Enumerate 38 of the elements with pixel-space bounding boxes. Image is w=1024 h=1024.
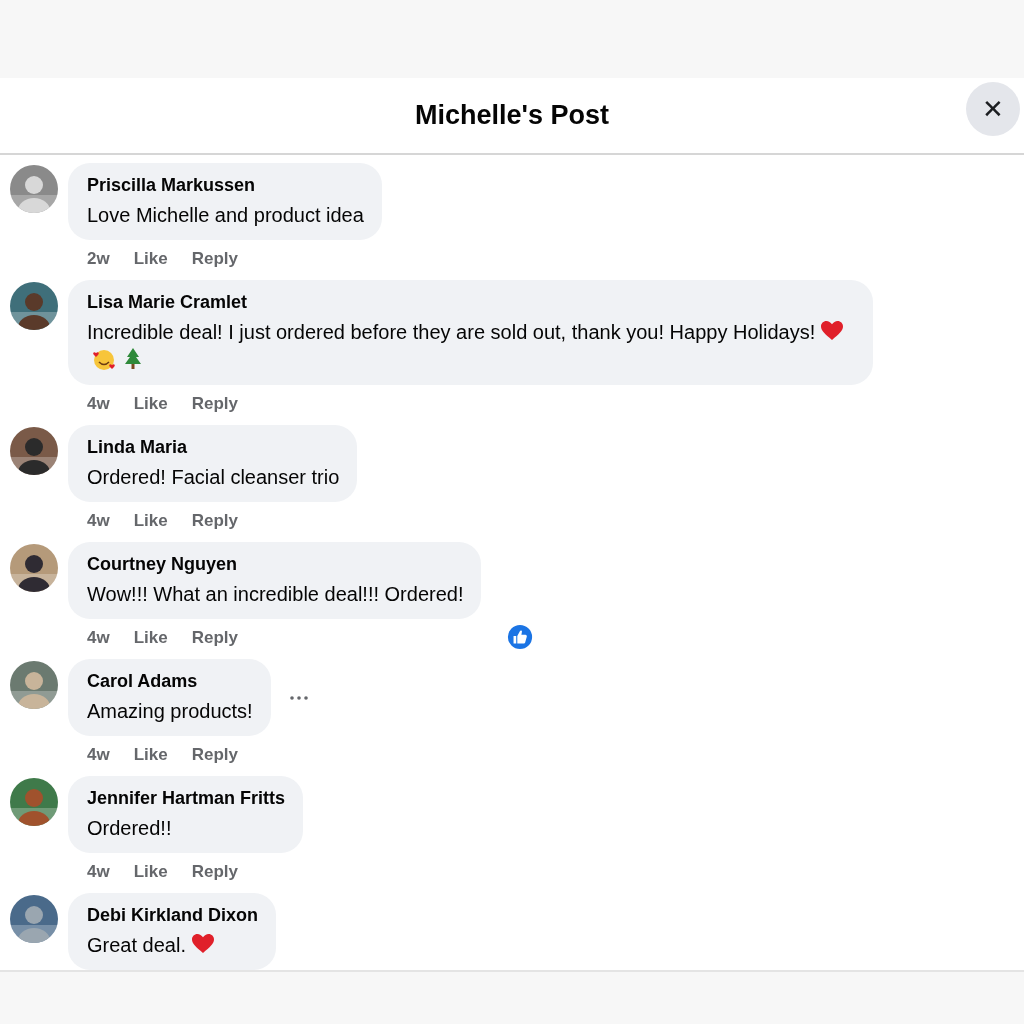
comment-time: 4w xyxy=(87,511,110,531)
heart-icon xyxy=(820,319,845,343)
comment-text: Ordered! Facial cleanser trio xyxy=(87,466,340,488)
like-link[interactable]: Like xyxy=(133,628,168,648)
comment-time: 4w xyxy=(87,745,110,765)
reply-link[interactable]: Reply xyxy=(191,249,238,269)
reply-link[interactable]: Reply xyxy=(191,862,238,882)
smiling-face-icon xyxy=(92,347,116,371)
like-link[interactable]: Like xyxy=(133,745,168,765)
like-link[interactable]: Like xyxy=(133,862,168,882)
reply-link[interactable]: Reply xyxy=(191,394,238,414)
comment-author[interactable]: Carol Adams xyxy=(87,671,253,692)
comment-time: 2w xyxy=(87,249,110,269)
close-button[interactable]: ✕ xyxy=(966,82,1020,136)
comment-text: Ordered!! xyxy=(87,817,172,839)
comment-text: Love Michelle and product idea xyxy=(87,204,364,226)
comment-time: 4w xyxy=(87,628,110,648)
like-link[interactable]: Like xyxy=(133,511,168,531)
comment-time: 4w xyxy=(87,394,110,414)
comment-text: Amazing products! xyxy=(87,700,253,722)
comment-time: 4w xyxy=(87,862,110,882)
comment-author[interactable]: Priscilla Markussen xyxy=(87,175,364,196)
comment-author[interactable]: Debi Kirkland Dixon xyxy=(87,905,259,926)
more-icon[interactable] xyxy=(288,694,309,701)
reply-link[interactable]: Reply xyxy=(191,511,238,531)
comment-author[interactable]: Lisa Marie Cramlet xyxy=(87,292,855,313)
heart-icon xyxy=(190,932,215,956)
reply-link[interactable]: Reply xyxy=(191,745,238,765)
comment-author[interactable]: Linda Maria xyxy=(87,437,340,458)
comment-text: Great deal. xyxy=(87,934,186,956)
comment-text: Wow!!! What an incredible deal!!! Ordered! xyxy=(87,583,464,605)
comment-author[interactable]: Courtney Nguyen xyxy=(87,554,464,575)
like-link[interactable]: Like xyxy=(133,249,168,269)
post-title: Michelle's Post xyxy=(415,100,609,131)
reply-link[interactable]: Reply xyxy=(191,628,238,648)
comment-text: Incredible deal! I just ordered before they are sold out, thank you! Happy Holidays! xyxy=(87,321,816,343)
comment-author[interactable]: Jennifer Hartman Fritts xyxy=(87,788,286,809)
like-link[interactable]: Like xyxy=(133,394,168,414)
